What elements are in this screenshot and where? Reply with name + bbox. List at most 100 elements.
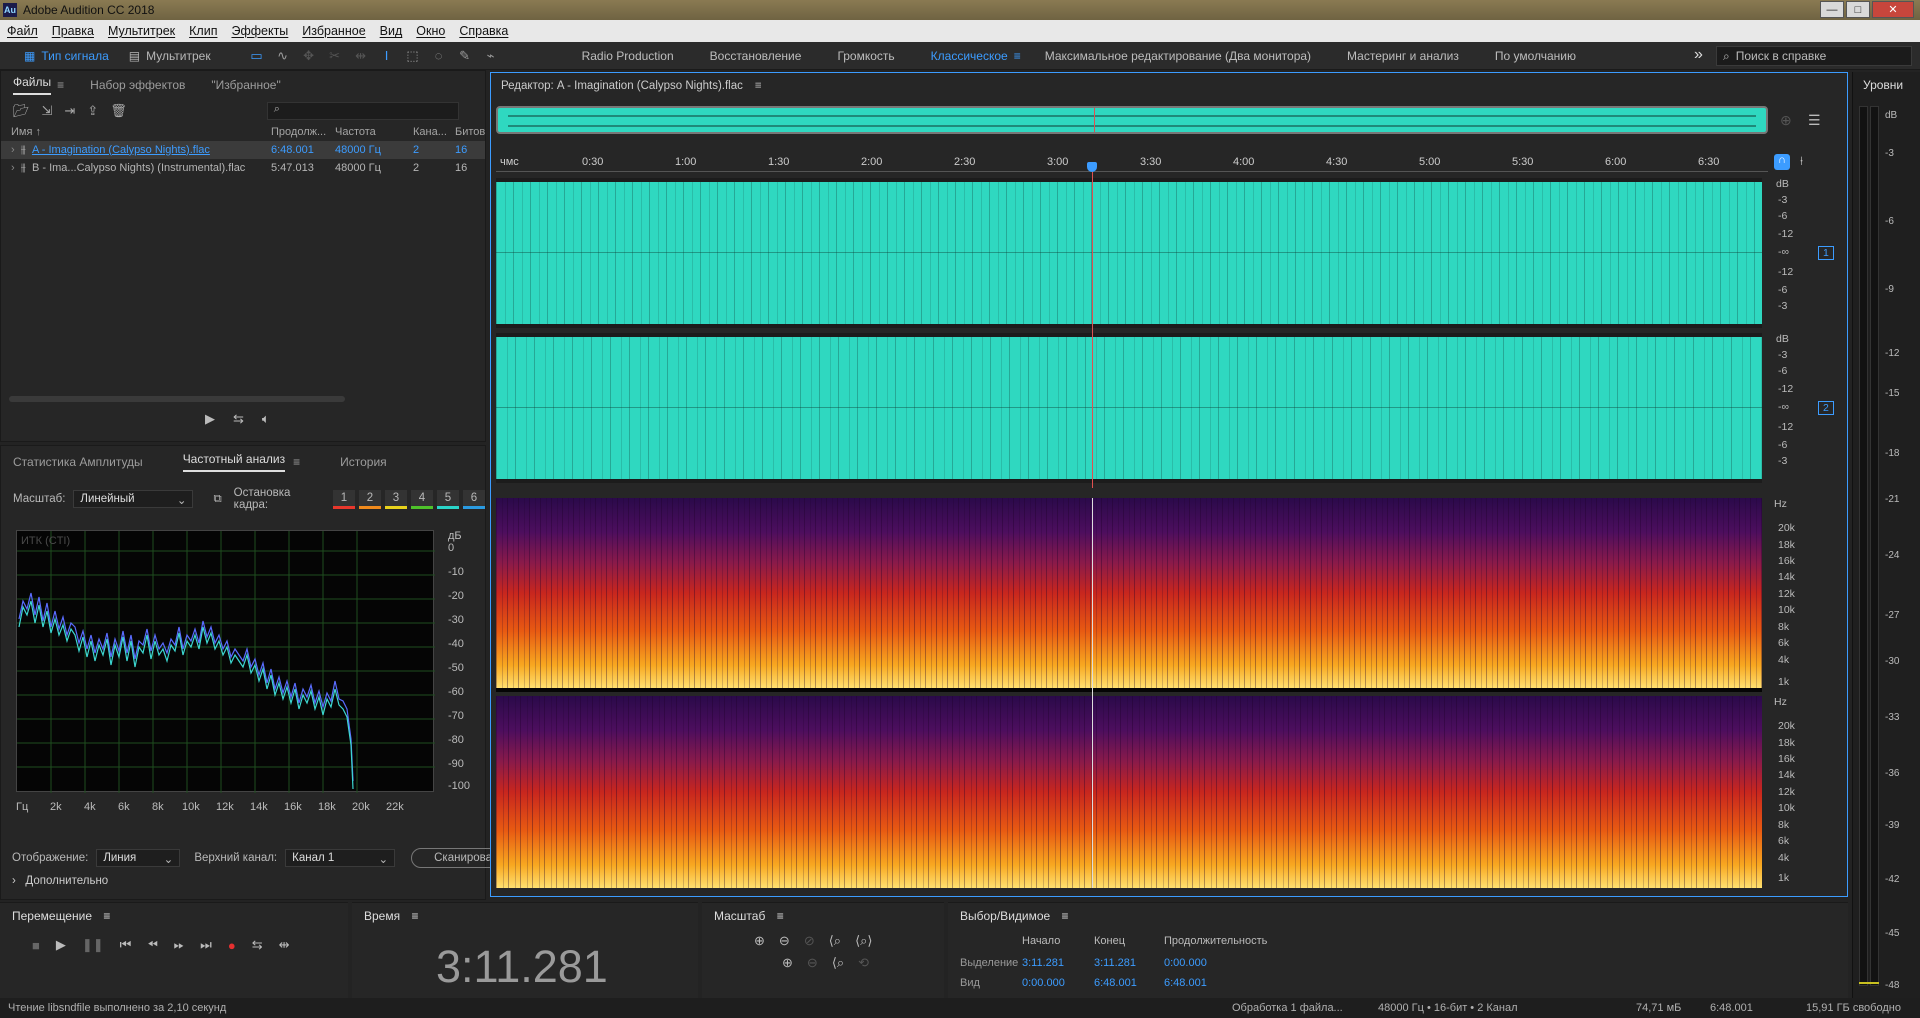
insert-into-multitrack-icon[interactable]: ⇥	[64, 103, 75, 119]
time-selection-tool-icon[interactable]: I	[377, 47, 397, 65]
workspace-loudness[interactable]: Громкость	[819, 49, 912, 63]
tab-files[interactable]: Файлы	[13, 75, 52, 95]
minimize-button[interactable]: —	[1820, 1, 1844, 18]
files-filter-input[interactable]: ⌕	[266, 102, 459, 120]
tab-favorites[interactable]: "Избранное"	[211, 78, 280, 92]
files-scrollbar[interactable]	[9, 396, 345, 402]
menu-clip[interactable]: Клип	[182, 24, 224, 38]
workspace-max-edit[interactable]: Максимальное редактирование (Два монитор…	[1027, 49, 1329, 63]
zoom-reset-icon[interactable]: ⟲	[858, 955, 869, 971]
workspace-classic[interactable]: Классическое	[913, 49, 1026, 63]
zoom-in-icon[interactable]: ⊕	[1780, 112, 1792, 129]
delete-icon[interactable]: 🗑︎	[110, 103, 127, 119]
view-end-field[interactable]: 6:48.001	[1094, 977, 1164, 989]
help-search-input[interactable]: ⌕ Поиск в справке	[1716, 46, 1912, 66]
razor-tool-icon[interactable]: ✂	[325, 47, 345, 65]
freeze-slot[interactable]: 6	[463, 489, 485, 509]
waveform-view-icon[interactable]: ▭	[247, 47, 267, 65]
camera-icon[interactable]: ⧉	[213, 493, 221, 506]
zoom-in-amplitude-icon[interactable]: ⊕	[754, 933, 765, 949]
workspace-radio-production[interactable]: Radio Production	[564, 49, 692, 63]
channel-badge[interactable]: 2	[1818, 401, 1834, 415]
loop-playback-icon[interactable]: ⇆	[252, 937, 263, 953]
files-menu-icon[interactable]: ≡	[57, 78, 64, 92]
move-tool-icon[interactable]: ✥	[299, 47, 319, 65]
import-file-icon[interactable]: ⇲	[42, 103, 53, 119]
column-duration[interactable]: Продолж...	[271, 126, 335, 138]
autoplay-icon[interactable]: 🔈︎	[262, 411, 270, 427]
zoom-in-frequency-icon[interactable]: ⊕	[782, 955, 793, 971]
tab-frequency-analysis[interactable]: Частотный анализ	[182, 452, 286, 472]
menu-view[interactable]: Вид	[373, 24, 410, 38]
menu-file[interactable]: Файл	[0, 24, 45, 38]
overview-bar[interactable]	[496, 106, 1768, 134]
go-to-start-icon[interactable]: ⏮︎	[120, 937, 132, 953]
menu-multitrack[interactable]: Мультитрек	[101, 24, 182, 38]
freeze-slot[interactable]: 4	[411, 489, 433, 509]
pause-icon[interactable]: ❚❚	[82, 937, 104, 953]
go-to-end-icon[interactable]: ⏭︎	[200, 937, 212, 953]
expand-icon[interactable]: ›	[11, 162, 21, 174]
selection-menu-icon[interactable]: ≡	[1062, 909, 1069, 923]
freeze-slot[interactable]: 5	[437, 489, 459, 509]
maximize-button[interactable]: □	[1846, 1, 1870, 18]
lasso-tool-icon[interactable]: ◌	[429, 47, 449, 65]
waveform-mode-button[interactable]: ▦ Тип сигнала	[14, 45, 119, 67]
rewind-icon[interactable]: ⏪︎	[147, 937, 157, 953]
snap-icon[interactable]: ∩	[1774, 154, 1790, 170]
scale-dropdown[interactable]: Линейный ⌄	[73, 490, 194, 508]
current-time-display[interactable]: 3:11.281	[436, 941, 608, 993]
menu-window[interactable]: Окно	[409, 24, 452, 38]
pin-icon[interactable]: ⍿	[1800, 154, 1803, 169]
column-rate[interactable]: Частота	[335, 126, 413, 138]
time-ruler[interactable]: чмс 0:30 1:00 1:30 2:00 2:30 3:00 3:30 4…	[496, 152, 1768, 172]
zoom-out-frequency-icon[interactable]: ⊖	[807, 955, 818, 971]
waveform-channel-1[interactable]	[496, 178, 1762, 328]
channel-badge[interactable]: 1	[1818, 246, 1834, 260]
zoom-out-full-icon[interactable]: ⊘	[804, 933, 815, 949]
zoom-menu-icon[interactable]: ≡	[777, 909, 784, 923]
channel-dropdown[interactable]: Канал 1 ⌄	[285, 849, 396, 867]
expand-icon[interactable]: ›	[11, 144, 21, 156]
zoom-in-time-icon[interactable]: ⟨⌕⟩	[855, 933, 872, 949]
export-icon[interactable]: ⇪	[87, 103, 98, 119]
play-icon[interactable]: ▶	[205, 411, 215, 427]
menu-help[interactable]: Справка	[452, 24, 515, 38]
workspace-overflow-icon[interactable]: »	[1694, 46, 1703, 64]
editor-panel-icon[interactable]: ☰	[1808, 112, 1821, 129]
spectrogram-channel-1[interactable]	[496, 498, 1762, 692]
spectral-view-icon[interactable]: ∿	[273, 47, 293, 65]
freeze-slot[interactable]: 2	[359, 489, 381, 509]
file-row[interactable]: › ⫵ A - Imagination (Calypso Nights).fla…	[1, 141, 485, 159]
spot-healing-tool-icon[interactable]: ⌁	[481, 47, 501, 65]
play-icon[interactable]: ▶	[56, 937, 66, 953]
spectrogram-channel-2[interactable]	[496, 696, 1762, 888]
menu-edit[interactable]: Правка	[45, 24, 101, 38]
multitrack-mode-button[interactable]: ▤ Мультитрек	[119, 45, 221, 67]
display-dropdown[interactable]: Линия ⌄	[96, 849, 181, 867]
workspace-restoration[interactable]: Восстановление	[692, 49, 820, 63]
zoom-out-amplitude-icon[interactable]: ⊖	[779, 933, 790, 949]
fast-forward-icon[interactable]: ⏩︎	[174, 937, 184, 953]
marquee-tool-icon[interactable]: ⬚	[403, 47, 423, 65]
menu-favorites[interactable]: Избранное	[295, 24, 372, 38]
column-name[interactable]: Имя ↑	[1, 126, 271, 138]
zoom-to-selection-icon[interactable]: ⟨⌕	[829, 933, 841, 949]
freeze-slot[interactable]: 1	[333, 489, 355, 509]
workspace-default[interactable]: По умолчанию	[1477, 49, 1594, 63]
waveform-channel-2[interactable]	[496, 333, 1762, 483]
view-start-field[interactable]: 0:00.000	[1022, 977, 1094, 989]
workspace-menu-icon[interactable]: ≡	[1014, 49, 1021, 63]
workspace-mastering[interactable]: Мастеринг и анализ	[1329, 49, 1477, 63]
file-row[interactable]: › ⫵ B - Ima...Calypso Nights) (Instrumen…	[1, 159, 485, 177]
zoom-selection-time-icon[interactable]: ⟨⌕	[832, 955, 844, 971]
tab-history[interactable]: История	[340, 455, 387, 469]
close-button[interactable]: ✕	[1872, 1, 1914, 18]
selection-end-field[interactable]: 3:11.281	[1094, 957, 1164, 969]
time-menu-icon[interactable]: ≡	[411, 909, 418, 923]
playhead-marker-icon[interactable]	[1087, 162, 1097, 172]
freeze-slot[interactable]: 3	[385, 489, 407, 509]
menu-effects[interactable]: Эффекты	[224, 24, 295, 38]
skip-selection-icon[interactable]: ⇹	[279, 937, 290, 953]
advanced-toggle[interactable]: › Дополнительно	[12, 875, 108, 887]
